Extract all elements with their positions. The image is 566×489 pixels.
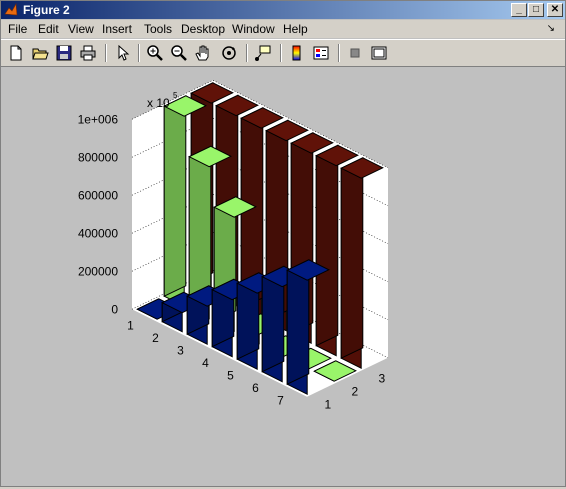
col-tick-label: 1 [325, 397, 332, 411]
row-tick-label: 4 [202, 356, 209, 370]
bar3-chart[interactable]: 0 200000 400000 600000 800000 1e+006 1 2 3 4 5 6 7 1 2… [2, 67, 565, 486]
row-tick-label: 6 [252, 381, 259, 395]
show-plot-tools-icon[interactable] [370, 44, 388, 62]
z-exponent-superscript: 5 [173, 91, 178, 100]
new-file-icon[interactable] [7, 44, 25, 62]
zoom-in-icon[interactable] [146, 44, 164, 62]
row-tick-label: 3 [177, 344, 184, 358]
window-title: Figure 2 [23, 3, 70, 17]
rotate-3d-icon[interactable] [220, 44, 238, 62]
pan-hand-icon[interactable] [194, 44, 212, 62]
minimize-button[interactable]: _ [511, 3, 527, 17]
col-tick-label: 3 [379, 371, 386, 385]
menu-tools[interactable]: Tools [144, 22, 172, 36]
col-tick-label: 2 [352, 384, 359, 398]
row-tick-label: 1 [127, 319, 134, 333]
z-tick-label: 800000 [78, 150, 118, 164]
close-button[interactable]: ✕ [547, 3, 563, 17]
pointer-icon[interactable] [114, 44, 132, 62]
menu-edit[interactable]: Edit [38, 22, 59, 36]
bar-side-face [188, 145, 212, 310]
print-icon[interactable] [79, 44, 97, 62]
z-tick-label: 200000 [78, 264, 118, 278]
z-exponent-label: x 10 [147, 96, 170, 110]
hide-plot-tools-icon[interactable] [346, 44, 364, 62]
toolbar-separator [138, 44, 140, 62]
toolbar-separator [246, 44, 248, 62]
figure-window: Figure 2 _ □ ✕ File Edit View Insert Too… [0, 0, 566, 487]
legend-icon[interactable] [312, 44, 330, 62]
menu-dock-arrow-icon[interactable]: ↘ [547, 23, 555, 34]
open-folder-icon[interactable] [31, 44, 49, 62]
save-icon[interactable] [55, 44, 73, 62]
z-tick-label: 0 [111, 302, 118, 316]
z-tick-label: 1e+006 [78, 112, 119, 126]
toolbar-separator [338, 44, 340, 62]
bar-side-face [340, 157, 364, 359]
menu-file[interactable]: File [8, 22, 27, 36]
figure-toolbar [1, 39, 565, 67]
menu-view[interactable]: View [68, 22, 94, 36]
menu-desktop[interactable]: Desktop [181, 22, 225, 36]
colorbar-icon[interactable] [288, 44, 306, 62]
figure-canvas[interactable]: 0 200000 400000 600000 800000 1e+006 1 2 3 4 5 6 7 1 2… [2, 67, 565, 486]
z-tick-label: 600000 [78, 188, 118, 202]
menu-insert[interactable]: Insert [102, 22, 132, 36]
bar-side-face [315, 144, 339, 347]
z-tick-label: 400000 [78, 226, 118, 240]
zoom-out-icon[interactable] [170, 44, 188, 62]
data-cursor-icon[interactable] [254, 44, 272, 62]
row-tick-label: 2 [152, 331, 159, 345]
menu-window[interactable]: Window [232, 22, 275, 36]
menu-help[interactable]: Help [283, 22, 308, 36]
row-tick-label: 7 [277, 394, 284, 408]
bar-side-face [163, 95, 187, 297]
menu-bar: File Edit View Insert Tools Desktop Wind… [1, 20, 565, 38]
matlab-logo-icon [4, 3, 18, 16]
toolbar-separator [105, 44, 107, 62]
maximize-button[interactable]: □ [528, 3, 544, 17]
toolbar-separator [280, 44, 282, 62]
row-tick-label: 5 [227, 369, 234, 383]
title-bar[interactable]: Figure 2 _ □ ✕ [1, 1, 565, 19]
